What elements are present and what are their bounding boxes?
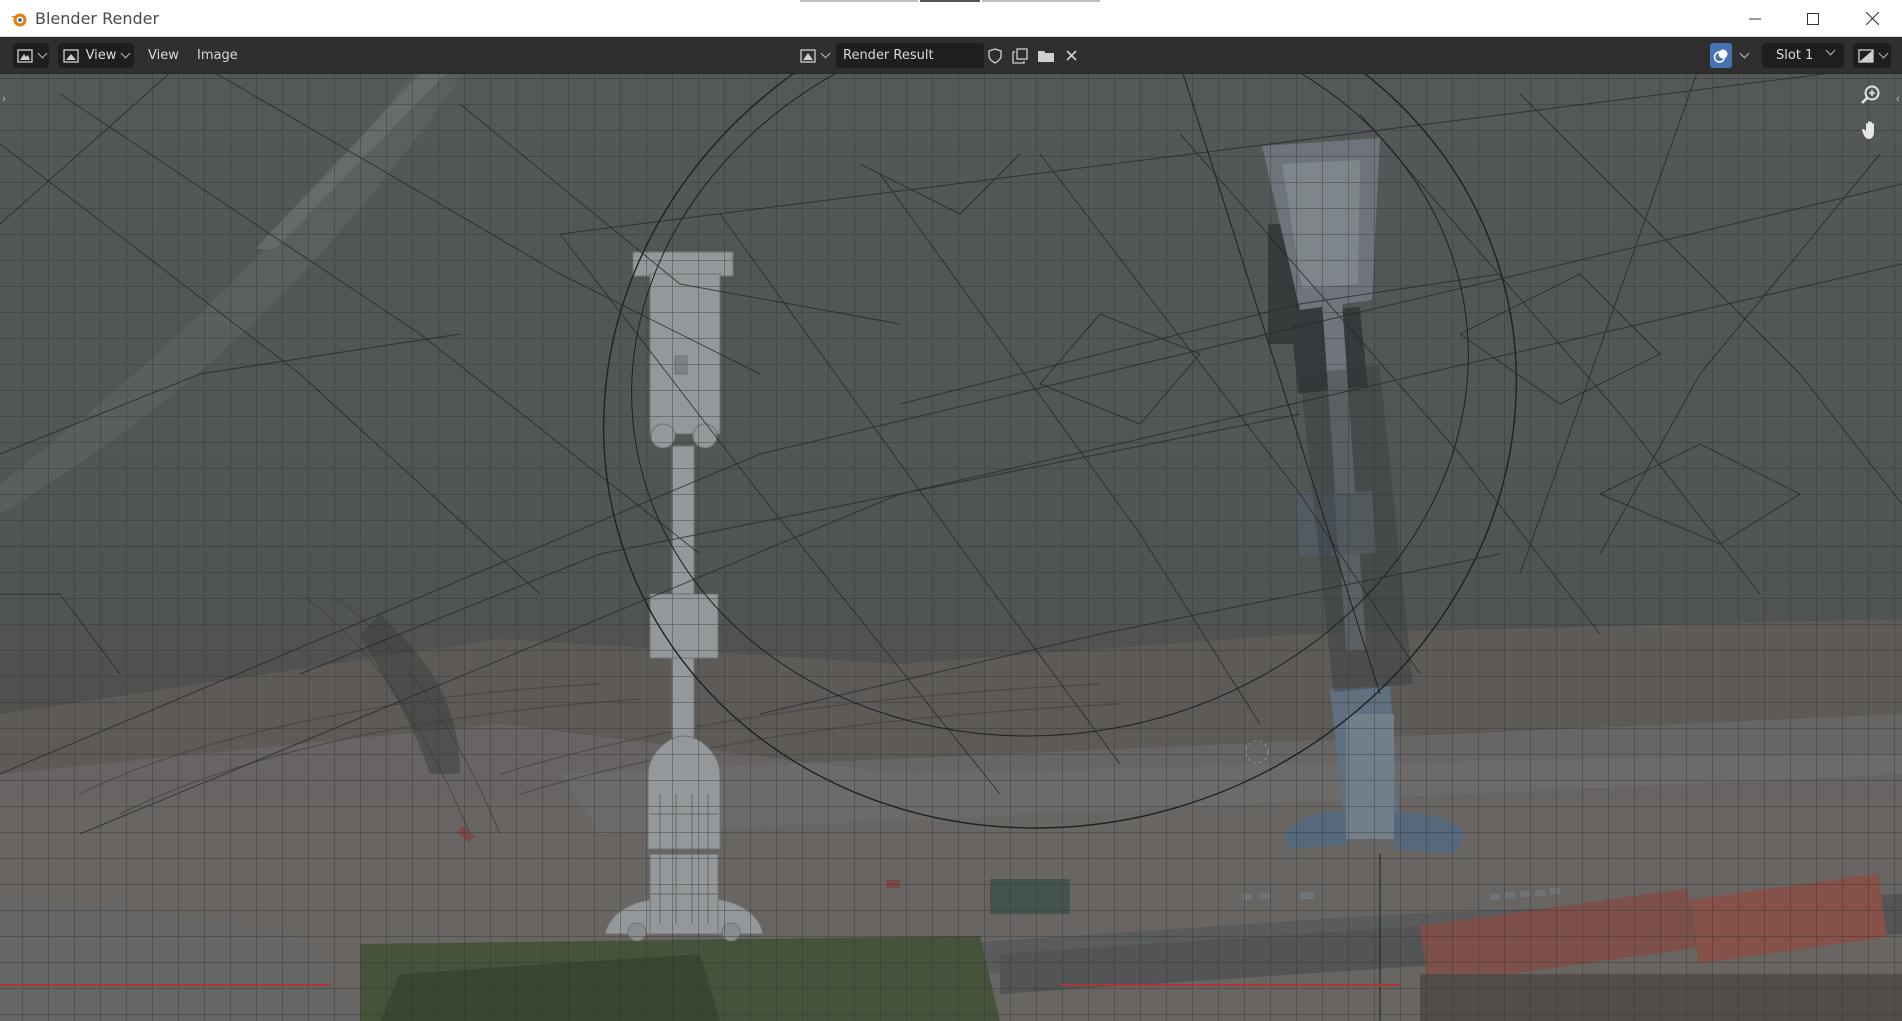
maximize-icon — [1807, 12, 1819, 25]
pan-gizmo-button[interactable] — [1856, 115, 1886, 145]
shield-icon — [988, 47, 1002, 64]
overlay-options-dropdown[interactable] — [1734, 43, 1754, 68]
minimize-button[interactable] — [1726, 0, 1784, 37]
image-editor-icon — [16, 48, 33, 63]
render-slot-label: Slot 1 — [1776, 48, 1814, 63]
maximize-button[interactable] — [1784, 0, 1842, 37]
duplicate-icon — [1012, 47, 1028, 64]
editor-type-dropdown[interactable] — [13, 43, 49, 68]
open-image-button[interactable] — [1034, 43, 1058, 68]
zoom-gizmo-button[interactable] — [1856, 80, 1886, 110]
overlay-toggle-button[interactable] — [1710, 43, 1732, 68]
view-menu[interactable]: View — [148, 37, 179, 74]
image-browse-icon — [799, 48, 816, 63]
image-name-field[interactable]: Render Result — [836, 43, 984, 68]
close-window-icon — [1865, 12, 1879, 25]
close-icon — [1065, 50, 1077, 61]
new-image-button[interactable] — [1009, 43, 1031, 68]
display-channels-dropdown[interactable] — [1853, 43, 1891, 68]
blender-logo-icon — [11, 13, 27, 27]
browse-image-dropdown[interactable] — [796, 43, 832, 68]
render-result-image — [0, 74, 1902, 1021]
view-mode-dropdown[interactable]: View — [58, 43, 134, 68]
image-viewport[interactable]: › ‹ — [0, 74, 1902, 1021]
toolbar-expand-arrow[interactable]: › — [2, 92, 6, 105]
render-slot-dropdown[interactable]: Slot 1 — [1762, 43, 1844, 68]
minimize-icon — [1749, 18, 1761, 19]
fake-user-button[interactable] — [984, 43, 1006, 68]
hand-icon — [1862, 121, 1874, 139]
folder-icon — [1038, 50, 1054, 62]
image-menu[interactable]: Image — [197, 37, 238, 74]
view-mode-label: View — [85, 48, 117, 63]
titlebar-top-indicator — [982, 0, 1100, 2]
overlay-icon — [1713, 49, 1728, 63]
window-titlebar: Blender Render — [0, 0, 1902, 37]
display-channels-icon — [1857, 48, 1874, 63]
image-view-icon — [62, 48, 79, 63]
window-title: Blender Render — [35, 9, 160, 28]
titlebar-top-indicator — [800, 0, 918, 2]
close-window-button[interactable] — [1843, 0, 1901, 37]
image-editor-header: View View Image Render Result Slot 1 — [0, 37, 1902, 74]
titlebar-top-indicator-active — [920, 0, 980, 2]
zoom-icon — [1861, 85, 1880, 104]
unlink-image-button[interactable] — [1061, 43, 1081, 68]
sidebar-expand-arrow[interactable]: ‹ — [1896, 92, 1900, 105]
